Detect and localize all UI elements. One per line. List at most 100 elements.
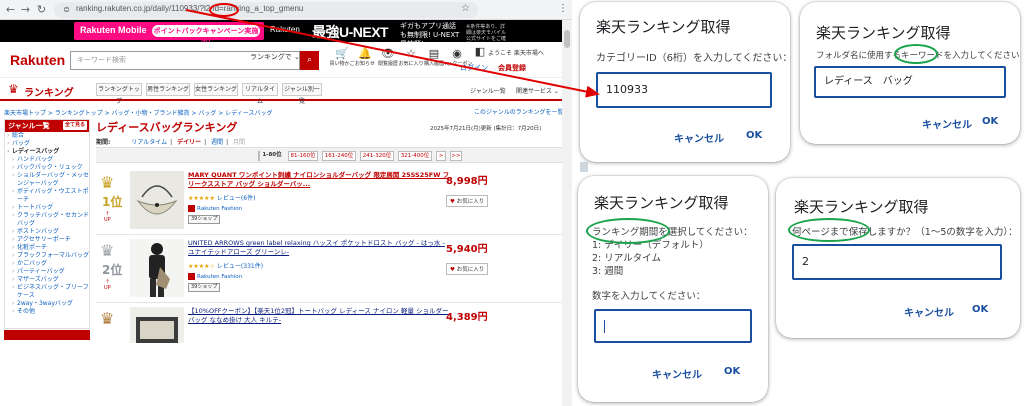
review-count-link[interactable]: レビュー(6件)	[217, 195, 256, 202]
scrollbar-thumb[interactable]	[564, 30, 570, 48]
page-last[interactable]: >>	[450, 151, 462, 161]
sidebar-item[interactable]: パーティーバッグ	[5, 268, 89, 276]
search-scope-select[interactable]: ランキングで ⌄	[250, 52, 300, 62]
cancel-button[interactable]: キャンセル	[674, 130, 724, 145]
period-daily[interactable]: デイリー	[177, 139, 201, 146]
reload-icon[interactable]: ↻	[35, 3, 48, 17]
related-services-menu[interactable]: 関連サービス ⌄	[516, 86, 559, 95]
page-241-320[interactable]: 241-320位	[360, 151, 394, 161]
shop-name[interactable]: Rakuten Fashion	[188, 205, 242, 212]
sidebar-item[interactable]: ビジネスバッグ・ブリーフケース	[5, 284, 89, 300]
register-link[interactable]: 会員登録	[498, 63, 526, 73]
sidebar-footer-banner[interactable]	[4, 330, 90, 340]
tab-men-ranking[interactable]: 男性ランキング	[146, 83, 190, 96]
page-count-input[interactable]: 2	[792, 244, 1002, 280]
sidebar-item[interactable]: 総合	[5, 132, 89, 140]
see-all-button[interactable]: 全て見る	[62, 121, 87, 130]
star-rating: ★★★★☆	[188, 263, 215, 270]
tab-realtime[interactable]: リアルタイム	[242, 83, 278, 105]
sidebar-item[interactable]: マザーズバッグ	[5, 276, 89, 284]
review-stars: ★★★★☆ レビュー(331件)	[188, 261, 263, 270]
ok-button[interactable]: OK	[724, 366, 740, 377]
sidebar-item[interactable]: 2way・3wayバッグ	[5, 300, 89, 308]
login-link[interactable]: ログイン	[460, 63, 488, 73]
genre-sidebar: ジャンル一覧 全て見る 総合バッグレディースバッグハンドバッグバックパック・リュ…	[4, 119, 90, 329]
dialog-title: 楽天ランキング取得	[794, 198, 929, 216]
product-name-link[interactable]: UNITED ARROWS green label relaxing ハッスイ …	[188, 239, 452, 256]
sidebar-item[interactable]: 化粧ポーチ	[5, 244, 89, 252]
sidebar-item[interactable]: ハンドバッグ	[5, 156, 89, 164]
back-icon[interactable]: ←	[4, 3, 17, 17]
browser-menu-icon[interactable]: ⋮	[558, 3, 568, 14]
tab-women-ranking[interactable]: 女性ランキング	[194, 83, 238, 96]
review-count-link[interactable]: レビュー(331件)	[217, 263, 263, 270]
dialog-title: 楽天ランキング取得	[594, 194, 729, 212]
dialog-period: 楽天ランキング取得 ランキング期間を選択してください： 1: デイリー（デフォル…	[578, 176, 768, 402]
product-image[interactable]	[130, 307, 184, 343]
heart-icon: ♥	[450, 267, 455, 273]
ok-button[interactable]: OK	[972, 304, 988, 315]
dialog-folder-keyword: 楽天ランキング取得 フォルダ名に使用するキーワードを入力してください： レディー…	[800, 2, 1020, 144]
ranking-logo[interactable]: ランキング	[24, 84, 74, 99]
sidebar-item[interactable]: トートバッグ	[5, 204, 89, 212]
cancel-button[interactable]: キャンセル	[922, 116, 972, 131]
sidebar-item[interactable]: バックパック・リュック	[5, 164, 89, 172]
sidebar-item[interactable]: ボストンバッグ	[5, 228, 89, 236]
dialog-page-count: 楽天ランキング取得 何ページまで保存しますか？（1〜5の数字を入力）： 2 キャ…	[776, 178, 1020, 338]
period-realtime[interactable]: リアルタイム	[131, 139, 167, 146]
page-81-160[interactable]: 81-160位	[288, 151, 318, 161]
product-name-link[interactable]: MARY QUANT ワンポイント刺繍 ナイロンショルダーバッグ 限定展開 25…	[188, 171, 452, 188]
period-weekly[interactable]: 週間	[211, 139, 223, 146]
rank-number: 1位	[102, 195, 123, 209]
bookmark-star-icon[interactable]: ☆	[461, 3, 470, 14]
ranking-item[interactable]: ♛ 2位 ↑ UP UNITED ARROWS green label relax…	[96, 235, 562, 303]
folder-keyword-input[interactable]: レディース バッグ	[814, 66, 1006, 98]
sidebar-item[interactable]: かごバッグ	[5, 260, 89, 268]
url-category-highlight	[209, 3, 239, 17]
sidebar-item[interactable]: アクセサリーポーチ	[5, 236, 89, 244]
cancel-button[interactable]: キャンセル	[652, 366, 702, 381]
product-image[interactable]	[130, 239, 184, 297]
tab-ranking-top[interactable]: ランキングトップ	[96, 83, 142, 105]
rakuten-mobile-ad[interactable]: Rakuten Mobile ポイントバックキャンペーン実施中!	[74, 22, 264, 47]
silver-crown-icon: ♛	[100, 241, 115, 260]
ranking-item[interactable]: ♛ 【10%OFFクーポン】【楽天1位2冠】トートバッグ レディース ナイロン …	[96, 303, 562, 343]
shop-name[interactable]: Rakuten Fashion	[188, 273, 242, 280]
sidebar-item[interactable]: バッグ	[5, 140, 89, 148]
page-161-240[interactable]: 161-240位	[322, 151, 356, 161]
page-321-400[interactable]: 321-400位	[398, 151, 432, 161]
category-id-input[interactable]: 110933	[596, 72, 772, 108]
other-genre-link[interactable]: このジャンルのランキングを一覧 ▸	[474, 107, 568, 116]
site-info-icon[interactable]: ⊜	[60, 3, 73, 17]
page-current: 1-80位	[262, 152, 282, 158]
rakuten-logo[interactable]: Rakuten	[10, 52, 65, 68]
product-name-link[interactable]: 【10%OFFクーポン】【楽天1位2冠】トートバッグ レディース ナイロン 軽量…	[188, 307, 452, 324]
ok-button[interactable]: OK	[982, 116, 998, 127]
page-title: レディースバッグランキング	[96, 121, 238, 134]
favorite-button[interactable]: ♥ お気に入り	[446, 195, 489, 207]
product-image[interactable]	[130, 171, 184, 229]
ranking-item[interactable]: ♛ 1位 ↑ UP MARY QUANT ワンポイント刺繍 ナイロンショルダーバッ…	[96, 167, 562, 235]
sidebar-item[interactable]: ショルダーバッグ・メッセンジャーバッグ	[5, 172, 89, 188]
sidebar-item[interactable]: ブラックフォーマルバッグ	[5, 252, 89, 260]
period-number-input[interactable]	[594, 309, 752, 343]
page-next[interactable]: >	[436, 151, 446, 161]
sidebar-list: 総合バッグレディースバッグハンドバッグバックパック・リュックショルダーバッグ・メ…	[5, 132, 89, 316]
genre-list-link[interactable]: ジャンル一覧	[470, 86, 506, 95]
tab-genre-list[interactable]: ジャンル別一覧	[282, 83, 322, 105]
ad-banner[interactable]: Rakuten Mobile ポイントバックキャンペーン実施中! Rakuten…	[0, 20, 562, 48]
period-label: 期間:	[96, 139, 111, 146]
cancel-button[interactable]: キャンセル	[904, 304, 954, 319]
breadcrumb[interactable]: 楽天市場トップ > ランキングトップ > バッグ・小物・ブランド雑貨 > バッグ…	[4, 108, 272, 117]
sidebar-item[interactable]: ボディバッグ・ウエストポーチ	[5, 188, 89, 204]
sidebar-item[interactable]: その他	[5, 308, 89, 316]
forward-icon[interactable]: →	[19, 3, 32, 17]
page-scrollbar[interactable]	[562, 20, 572, 406]
dialog-title: 楽天ランキング取得	[596, 18, 731, 36]
sidebar-item[interactable]: クラッチバッグ・セカンドバッグ	[5, 212, 89, 228]
ok-button[interactable]: OK	[746, 130, 762, 141]
search-button[interactable]: ⌕	[300, 51, 319, 70]
sidebar-item[interactable]: レディースバッグ	[5, 148, 89, 156]
favorite-button[interactable]: ♥ お気に入り	[446, 263, 489, 275]
address-bar[interactable]: ⊜ ranking.rakuten.co.jp/daily/110933/?l2…	[54, 2, 478, 18]
